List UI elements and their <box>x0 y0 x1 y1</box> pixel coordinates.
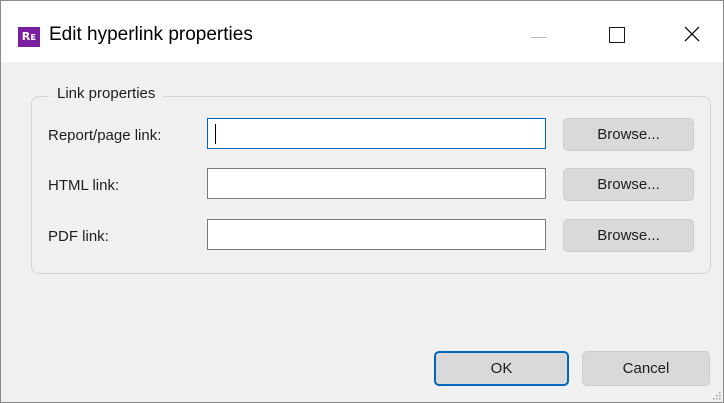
html-link-input[interactable] <box>207 168 546 199</box>
report-link-label: Report/page link: <box>48 127 162 144</box>
browse-pdf-button[interactable]: Browse... <box>563 219 694 252</box>
close-icon <box>684 26 700 42</box>
html-link-label: HTML link: <box>48 177 120 194</box>
title-bar[interactable]: Rᴇ Edit hyperlink properties <box>1 1 723 62</box>
browse-report-button[interactable]: Browse... <box>563 118 694 151</box>
pdf-link-label: PDF link: <box>48 228 109 245</box>
minimize-button[interactable] <box>516 14 562 54</box>
ok-button[interactable]: OK <box>434 351 569 386</box>
close-button[interactable] <box>669 14 715 54</box>
minimize-icon <box>531 37 547 38</box>
browse-html-button[interactable]: Browse... <box>563 168 694 201</box>
dialog-window: Rᴇ Edit hyperlink properties Link proper… <box>0 0 724 403</box>
resize-grip-icon[interactable] <box>711 390 721 400</box>
cancel-button[interactable]: Cancel <box>582 351 710 386</box>
maximize-button[interactable] <box>593 14 639 54</box>
text-caret <box>215 124 216 144</box>
pdf-link-input[interactable] <box>207 219 546 250</box>
window-title: Edit hyperlink properties <box>49 24 253 45</box>
app-logo-icon: Rᴇ <box>18 27 40 47</box>
report-link-input[interactable] <box>207 118 546 149</box>
maximize-icon <box>609 27 625 43</box>
group-label: Link properties <box>49 85 164 102</box>
